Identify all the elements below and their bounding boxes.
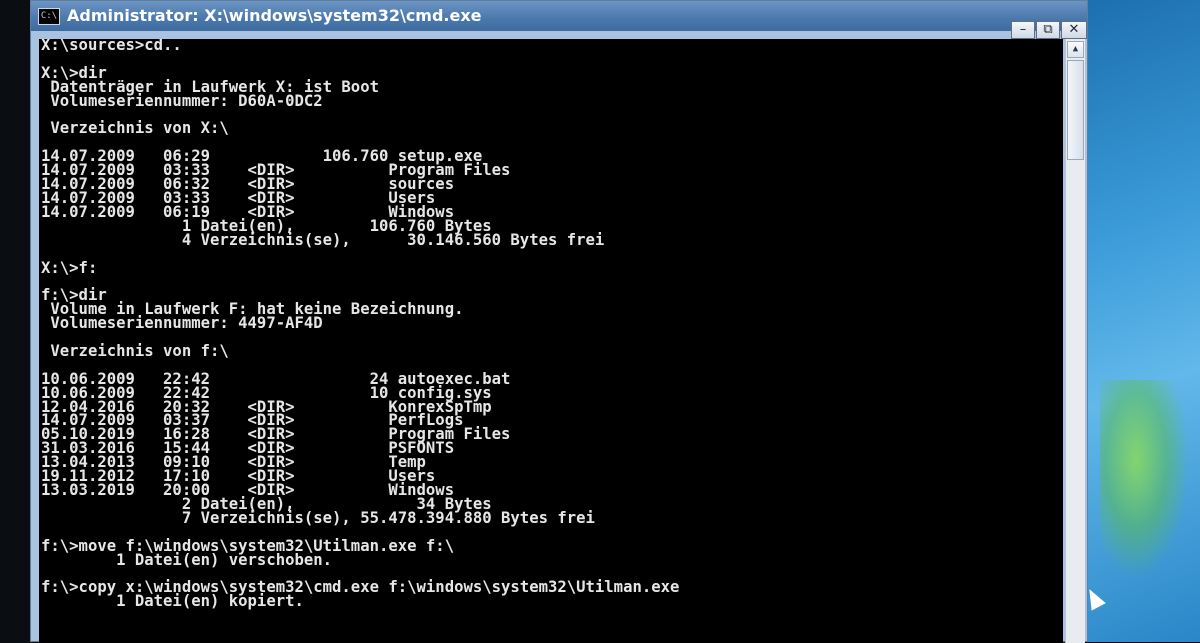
console-line: Verzeichnis von f:\: [41, 341, 229, 360]
console-line: Volumeseriennummer: D60A-0DC2: [41, 91, 323, 110]
console-line: Verzeichnis von X:\: [41, 119, 229, 138]
console-line: 1 Datei(en) kopiert.: [41, 592, 304, 611]
console-line: Volumeseriennummer: 4497-AF4D: [41, 314, 323, 333]
cmd-window: C:\ Administrator: X:\windows\system32\c…: [30, 0, 1088, 643]
console-text: X:\sources>cd.. X:\>dir Datenträger in L…: [39, 39, 1063, 609]
maximize-button[interactable]: ⧉: [1036, 21, 1060, 39]
console-line: 4 Verzeichnis(se), 30.146.560 Bytes frei: [41, 230, 605, 249]
minimize-button[interactable]: –: [1011, 21, 1035, 39]
close-button[interactable]: ✕: [1061, 21, 1087, 39]
scroll-up-arrow-icon[interactable]: ▲: [1067, 41, 1084, 58]
vertical-scrollbar[interactable]: ▲: [1065, 39, 1085, 643]
wallpaper-leaf: [1100, 380, 1190, 580]
console-output[interactable]: X:\sources>cd.. X:\>dir Datenträger in L…: [39, 39, 1063, 643]
cmd-app-icon[interactable]: C:\: [38, 8, 60, 25]
scroll-thumb[interactable]: [1067, 60, 1084, 160]
title-bar[interactable]: C:\ Administrator: X:\windows\system32\c…: [31, 1, 1087, 31]
console-line: X:\>f:: [41, 258, 98, 277]
console-line: X:\sources>cd..: [41, 39, 182, 54]
console-line: 7 Verzeichnis(se), 55.478.394.880 Bytes …: [41, 508, 595, 527]
window-title: Administrator: X:\windows\system32\cmd.e…: [67, 6, 482, 25]
console-line: 1 Datei(en) verschoben.: [41, 550, 333, 569]
